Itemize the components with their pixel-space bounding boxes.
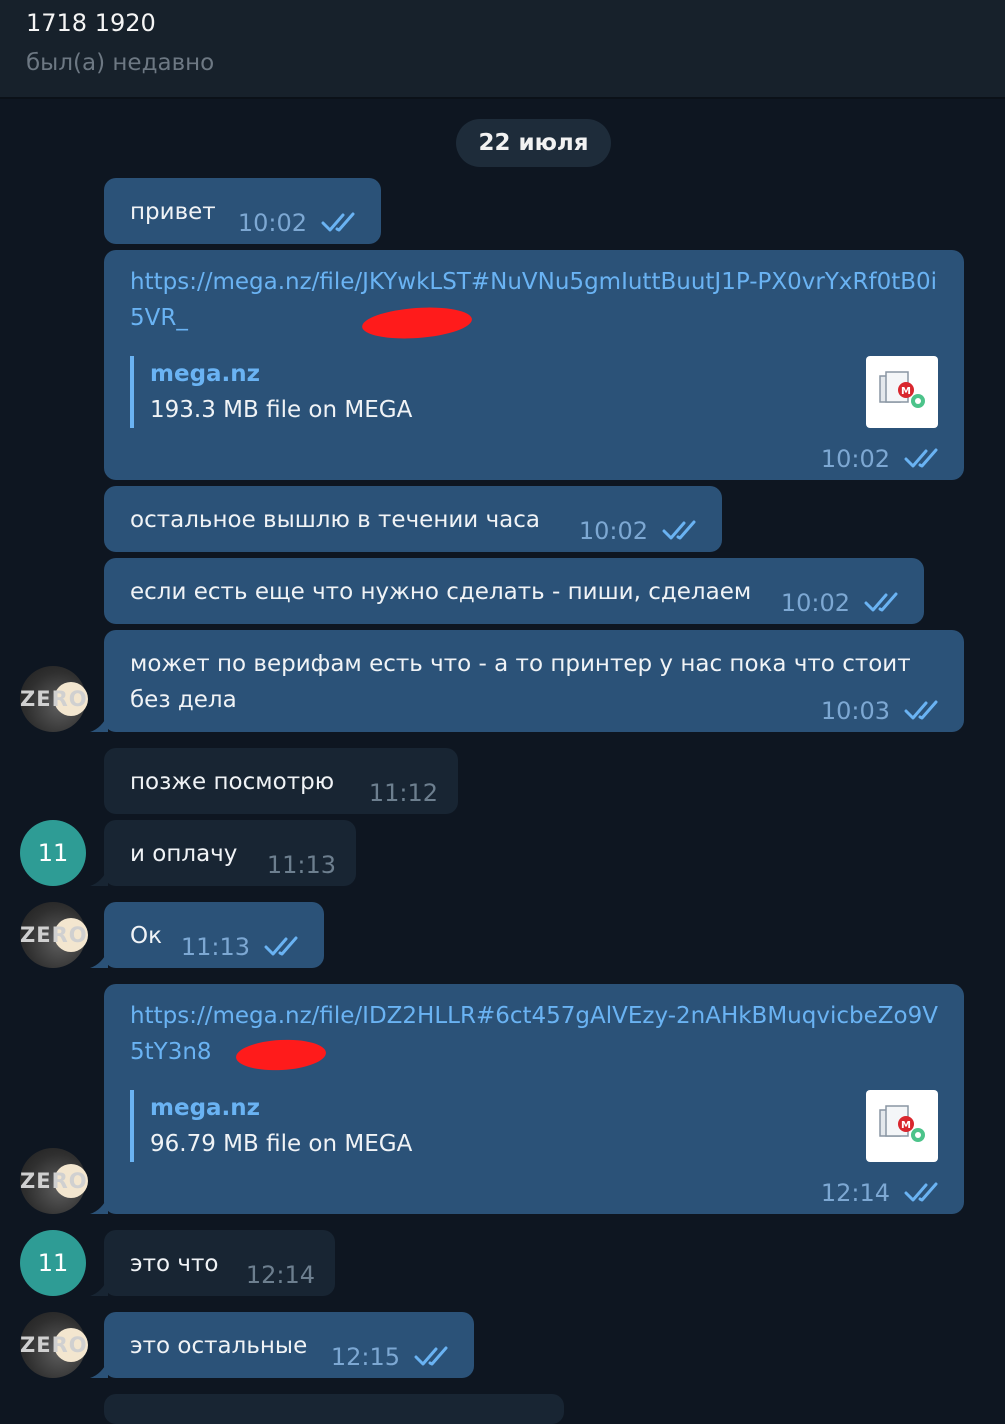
bubble-tail (90, 1278, 108, 1296)
message-time: 10:02 (237, 209, 307, 237)
message-text: если есть еще что нужно сделать - пиши, … (130, 579, 752, 605)
message-meta: 10:02 (579, 512, 702, 548)
avatar-label: ZERO (20, 1169, 88, 1193)
double-check-icon (321, 212, 355, 232)
message-time: 12:14 (820, 1179, 890, 1207)
message-bubble-link[interactable]: https://mega.nz/file/IDZ2HLLR#6ct457gAlV… (104, 984, 964, 1214)
mega-file-icon[interactable]: M (866, 356, 938, 428)
message-bubble-incoming[interactable]: позже посмотрю 11:12 (104, 748, 458, 814)
bubble-tail (90, 714, 108, 732)
bubble-tail (90, 1360, 108, 1378)
message-time: 10:02 (820, 445, 890, 473)
bubble-tail (90, 1196, 108, 1214)
message-meta: 12:14 (246, 1256, 315, 1292)
message-time: 12:15 (330, 1343, 400, 1371)
message-text: это остальные (130, 1333, 308, 1359)
message-meta: 10:02 (781, 584, 904, 620)
avatar-label: ZERO (20, 1333, 88, 1357)
svg-text:M: M (901, 386, 911, 397)
message-time: 10:03 (820, 697, 890, 725)
message-text: Ок (130, 923, 162, 949)
link-preview[interactable]: mega.nz 193.3 MB file on MEGA (130, 356, 412, 428)
message-text-line-1: может по верифам есть что - а то принтер… (130, 651, 911, 677)
message-bubble-incoming[interactable]: и оплачу 11:13 (104, 820, 356, 886)
message-text: это что (130, 1251, 219, 1277)
avatar-user[interactable]: 11 (20, 820, 86, 886)
svg-text:M: M (901, 1120, 911, 1131)
bubble-tail (90, 868, 108, 886)
message-text: остальное вышлю в течении часа (130, 507, 540, 533)
message-meta: 10:03 (821, 692, 944, 728)
message-time: 12:14 (245, 1261, 315, 1289)
message-text: привет (130, 199, 216, 225)
link-preview[interactable]: mega.nz 96.79 MB file on MEGA (130, 1090, 412, 1162)
preview-description: 193.3 MB file on MEGA (150, 397, 413, 423)
message-meta: 11:13 (181, 928, 304, 964)
chat-status: был(а) недавно (26, 50, 215, 76)
avatar-zero[interactable]: ZERO (20, 902, 88, 968)
message-meta: 11:12 (369, 774, 438, 810)
message-meta: 12:15 (331, 1338, 454, 1374)
message-meta: 10:02 (238, 204, 361, 240)
message-time: 11:13 (180, 933, 250, 961)
message-bubble-outgoing[interactable]: если есть еще что нужно сделать - пиши, … (104, 558, 924, 624)
avatar-zero[interactable]: ZERO (20, 666, 88, 732)
message-meta: 12:14 (821, 1174, 944, 1210)
message-bubble-incoming[interactable]: это что 12:14 (104, 1230, 335, 1296)
message-bubble-outgoing[interactable]: Ок 11:13 (104, 902, 324, 968)
double-check-icon (904, 1182, 938, 1202)
double-check-icon (264, 936, 298, 956)
message-meta: 11:13 (267, 846, 336, 882)
double-check-icon (904, 700, 938, 720)
message-time: 10:02 (780, 589, 850, 617)
double-check-icon (864, 592, 898, 612)
avatar-zero[interactable]: ZERO (20, 1312, 88, 1378)
avatar-label: ZERO (20, 687, 88, 711)
date-separator: 22 июля (456, 119, 611, 167)
mega-file-icon[interactable]: M (866, 1090, 938, 1162)
message-text: и оплачу (130, 841, 238, 867)
message-link[interactable]: https://mega.nz/file/JKYwkLST#NuVNu5gmIu… (130, 264, 950, 336)
message-time: 10:02 (578, 517, 648, 545)
double-check-icon (904, 448, 938, 468)
preview-site: mega.nz (150, 1095, 261, 1121)
message-text-line-2: без дела (130, 687, 237, 713)
message-bubble-incoming-partial[interactable] (104, 1394, 564, 1424)
message-text: позже посмотрю (130, 769, 335, 795)
chat-title: 1718 1920 (26, 9, 156, 37)
message-meta: 10:02 (821, 440, 944, 476)
message-bubble-outgoing[interactable]: привет 10:02 (104, 178, 381, 244)
avatar-user[interactable]: 11 (20, 1230, 86, 1296)
avatar-zero[interactable]: ZERO (20, 1148, 88, 1214)
preview-description: 96.79 MB file on MEGA (150, 1131, 413, 1157)
message-time: 11:13 (266, 851, 336, 879)
avatar-label: ZERO (20, 923, 88, 947)
message-bubble-outgoing[interactable]: это остальные 12:15 (104, 1312, 474, 1378)
message-bubble-link[interactable]: https://mega.nz/file/JKYwkLST#NuVNu5gmIu… (104, 250, 964, 480)
double-check-icon (414, 1346, 448, 1366)
bubble-tail (90, 950, 108, 968)
chat-header[interactable]: 1718 1920 был(а) недавно (0, 0, 1005, 99)
preview-site: mega.nz (150, 361, 261, 387)
message-bubble-outgoing[interactable]: остальное вышлю в течении часа 10:02 (104, 486, 722, 552)
message-time: 11:12 (368, 779, 438, 807)
message-bubble-outgoing[interactable]: может по верифам есть что - а то принтер… (104, 630, 964, 732)
double-check-icon (662, 520, 696, 540)
